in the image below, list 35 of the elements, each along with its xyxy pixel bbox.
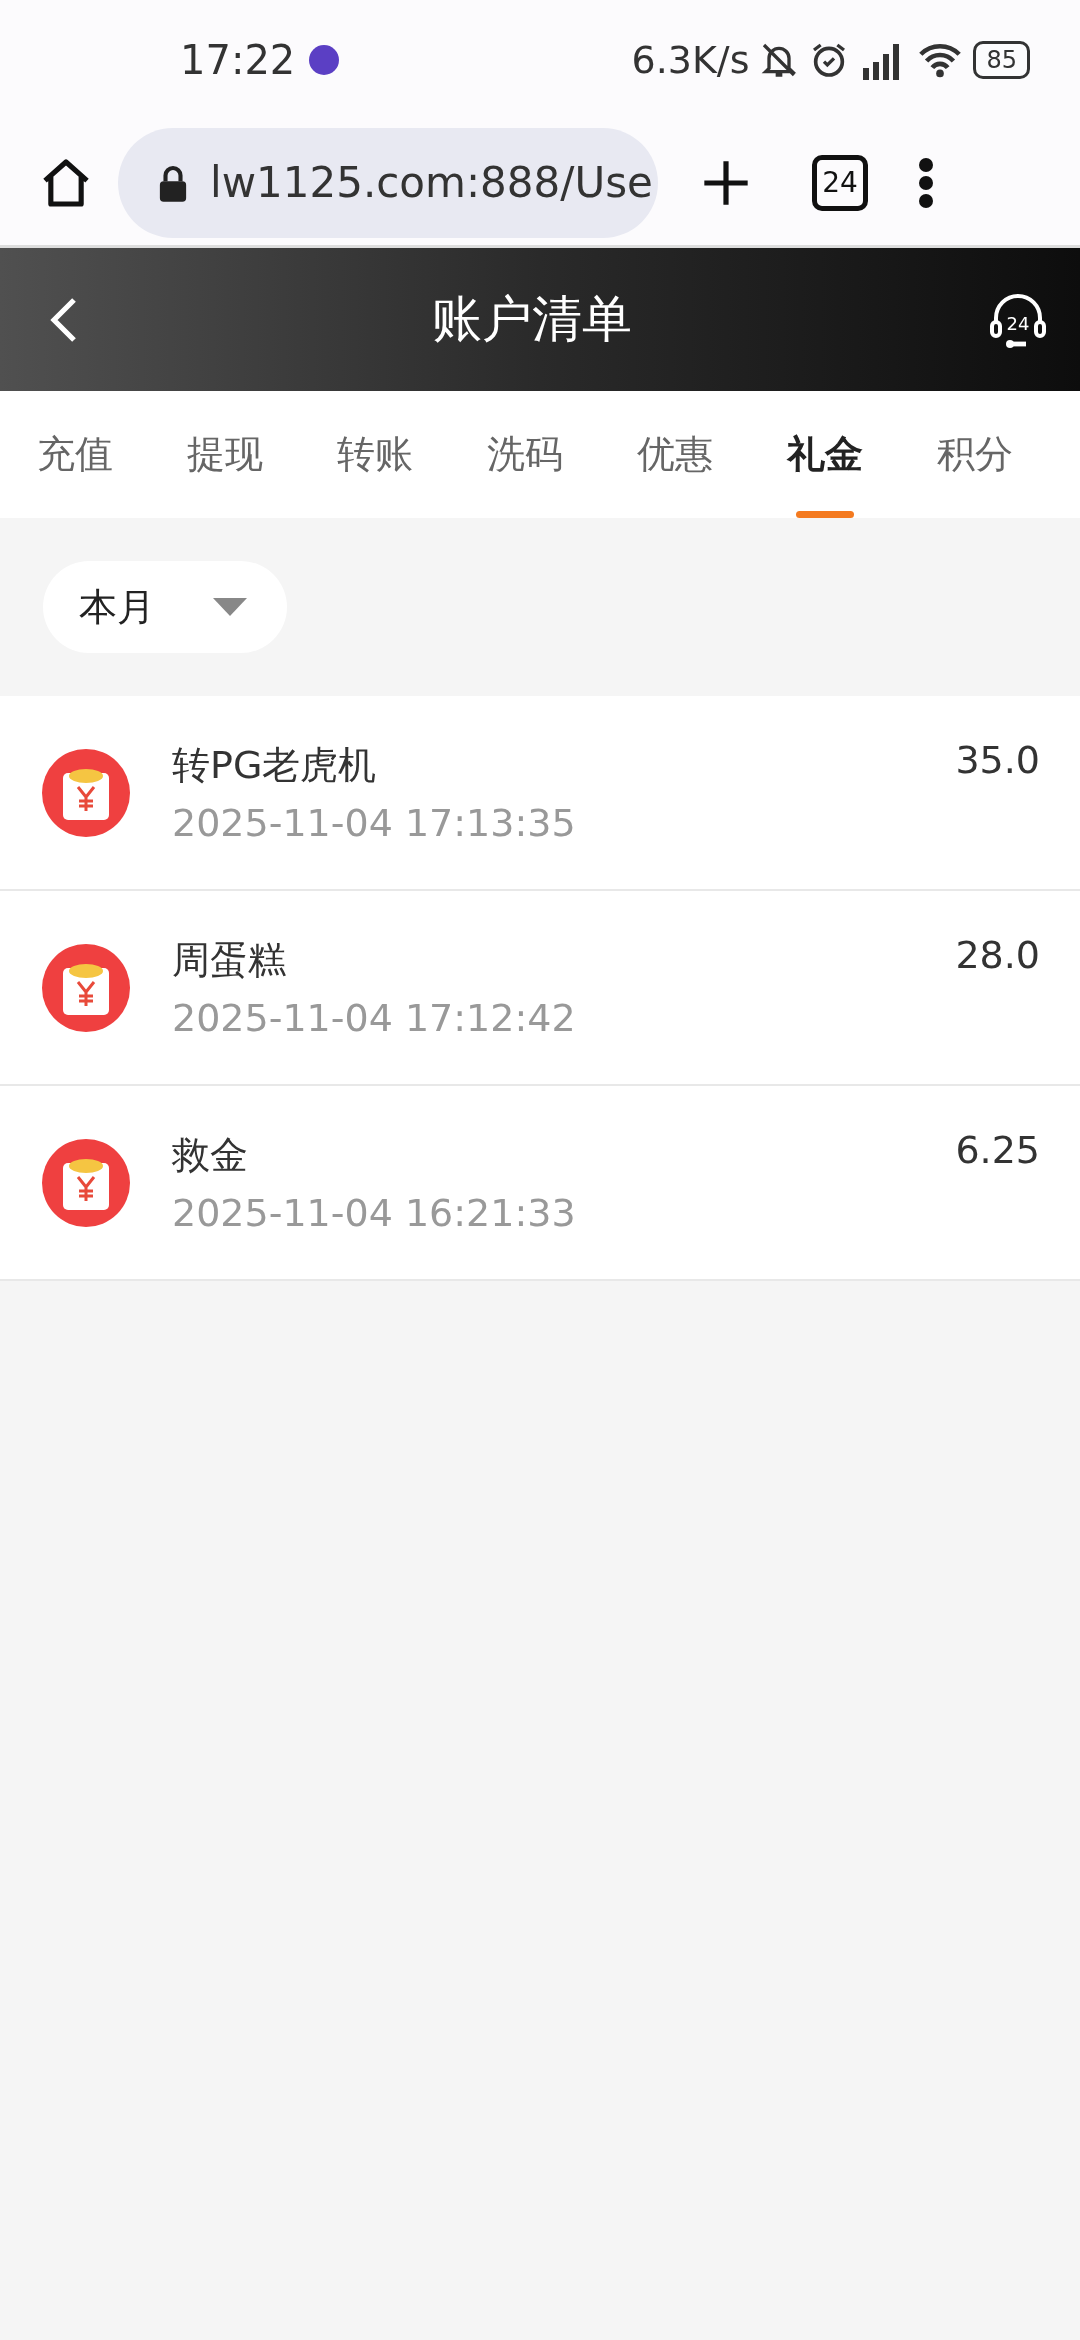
tab-indicator	[796, 511, 854, 518]
caret-icon	[213, 598, 247, 616]
tab-count[interactable]: 24	[812, 154, 868, 211]
record-title: 周蛋糕	[172, 937, 287, 984]
envelope-icon	[42, 748, 130, 837]
record-time: 2025-11-04 17:12:42	[172, 996, 577, 1040]
record-amount: 35.0	[955, 738, 1040, 782]
tab[interactable]: 优惠	[600, 391, 750, 518]
tab[interactable]: 充值	[0, 391, 150, 518]
lock-icon	[158, 163, 188, 202]
record-amount: 28.0	[955, 933, 1040, 977]
record-row[interactable]: 周蛋糕 2025-11-04 17:12:42 28.0	[0, 891, 1080, 1086]
record-amount: 6.25	[955, 1128, 1040, 1172]
address-bar[interactable]: lw1125.com:888/Use	[118, 127, 658, 238]
record-row[interactable]: 转PG老虎机 2025-11-04 17:13:35 35.0	[0, 696, 1080, 891]
envelope-icon	[42, 1138, 130, 1227]
month-dropdown[interactable]: 本月	[43, 561, 287, 653]
tab[interactable]: 提现	[150, 391, 300, 518]
tab[interactable]: 积分	[900, 391, 1050, 518]
menu-icon[interactable]	[918, 156, 934, 209]
record-title: 救金	[172, 1132, 249, 1179]
tab[interactable]: 礼金	[750, 391, 900, 518]
record-row[interactable]: 救金 2025-11-04 16:21:33 6.25	[0, 1086, 1080, 1281]
envelope-icon	[42, 943, 130, 1032]
network-speed: 6.3K/s	[631, 38, 750, 82]
record-time: 2025-11-04 16:21:33	[172, 1191, 577, 1235]
status-time: 17:22	[180, 37, 296, 83]
notification-icon	[309, 45, 340, 75]
battery-indicator: 85	[973, 41, 1030, 79]
page-title: 账户清单	[432, 289, 632, 350]
record-time: 2025-11-04 17:13:35	[172, 801, 577, 845]
tab[interactable]: 转账	[300, 391, 450, 518]
url-text: lw1125.com:888/Use	[210, 158, 653, 207]
tab[interactable]: 洗码	[450, 391, 600, 518]
record-title: 转PG老虎机	[172, 742, 378, 789]
